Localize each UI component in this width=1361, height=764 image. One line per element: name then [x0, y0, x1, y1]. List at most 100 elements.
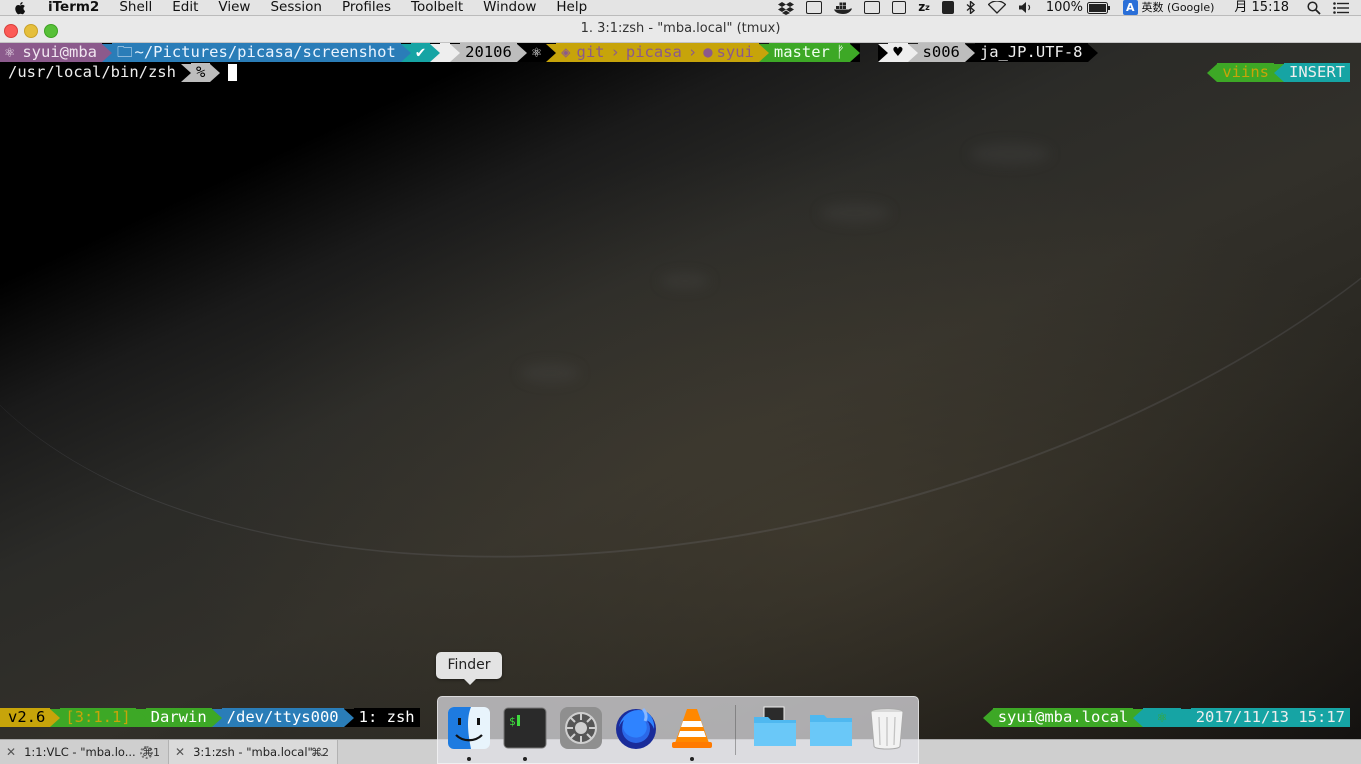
cloud-shadow: [660, 273, 710, 289]
chevron-right-icon: ›: [687, 43, 698, 61]
zoom-window-button[interactable]: [44, 24, 58, 38]
folder-icon[interactable]: [752, 705, 798, 751]
tab-label: 3:1:zsh - "mba.local"...: [193, 745, 324, 759]
prompt-vcs-label: git: [576, 43, 605, 61]
window-title-bar[interactable]: 1. 3:1:zsh - "mba.local" (tmux): [0, 16, 1361, 43]
menu-session[interactable]: Session: [270, 0, 322, 15]
dock-separator: [735, 705, 736, 755]
prompt-tty-segment: s006: [917, 43, 965, 62]
segment-separator: [516, 43, 527, 62]
wifi-icon[interactable]: [987, 1, 1006, 14]
segment-separator: [430, 43, 441, 62]
prompt-shell-path: /usr/local/bin/zsh: [8, 63, 176, 81]
tmux-version-segment: v2.6: [0, 708, 51, 727]
finder-icon[interactable]: [446, 705, 492, 751]
tmux-os: Darwin: [150, 708, 207, 726]
menu-view[interactable]: View: [218, 0, 250, 15]
firefox-icon[interactable]: [613, 705, 659, 751]
terminal-icon[interactable]: $: [502, 705, 548, 751]
heart-icon: ♥: [893, 43, 903, 61]
menu-toolbelt[interactable]: Toolbelt: [411, 0, 463, 15]
battery-icon[interactable]: [1087, 1, 1111, 14]
keyboard-viewer-icon[interactable]: [892, 1, 907, 14]
prompt-path-segment: 🗀 ~/Pictures/picasa/screenshot: [112, 43, 401, 62]
menu-help[interactable]: Help: [556, 0, 587, 15]
segment-separator: [1133, 708, 1144, 727]
window-title: 1. 3:1:zsh - "mba.local" (tmux): [580, 21, 781, 36]
prompt-top-line: ⚛ syui@mba 🗀 ~/Pictures/picasa/screensho…: [0, 43, 1098, 62]
notification-center-icon[interactable]: [1333, 1, 1349, 14]
folder-icon[interactable]: [808, 705, 854, 751]
input-source-label[interactable]: 英数 (Google): [1142, 0, 1215, 15]
tmux-user-host: syui@mba.local: [997, 708, 1129, 726]
segment-separator: [758, 43, 769, 62]
close-tab-icon[interactable]: ✕: [6, 745, 16, 759]
segment-separator: [546, 43, 557, 62]
cloud-shadow: [970, 143, 1050, 165]
prompt-branch: master: [773, 43, 830, 61]
folder-icon: 🗀: [117, 43, 133, 61]
tmux-tty: /dev/ttys000: [226, 708, 339, 726]
tmux-window-segment[interactable]: 1: zsh: [353, 708, 420, 727]
tmux-os-segment: Darwin: [145, 708, 212, 727]
minimize-window-button[interactable]: [24, 24, 38, 38]
prompt-char: %: [195, 63, 206, 81]
segment-separator: [343, 708, 354, 727]
segment-separator: [907, 43, 918, 62]
terminal-pane[interactable]: ⚛ syui@mba 🗀 ~/Pictures/picasa/screensho…: [0, 43, 1361, 739]
prompt-input-line[interactable]: /usr/local/bin/zsh %: [0, 63, 238, 82]
prompt-heart-segment: ♥: [888, 43, 908, 62]
spotlight-icon[interactable]: [1307, 0, 1321, 15]
running-indicator: [467, 757, 471, 761]
clock[interactable]: 月 15:18: [1234, 0, 1289, 15]
airplay-icon[interactable]: [864, 1, 881, 14]
vlc-icon[interactable]: [669, 705, 715, 751]
git-icon: ◈: [561, 43, 571, 61]
system-preferences-icon[interactable]: [558, 705, 604, 751]
terminal-cursor: [228, 64, 238, 81]
vi-keymap-segment: viins: [1217, 63, 1274, 82]
input-source-badge[interactable]: A: [1123, 0, 1138, 15]
segment-separator: [400, 43, 411, 62]
segment-separator: [982, 708, 993, 727]
vi-mode: INSERT: [1289, 63, 1345, 81]
prompt-rocket-segment: ⚛: [526, 43, 547, 62]
tmux-window[interactable]: 1: zsh: [359, 708, 415, 727]
trash-icon[interactable]: [864, 705, 910, 751]
tab-label: 1:1:VLC - "mba.lo...: [24, 745, 136, 759]
tab-zsh[interactable]: ✕ 3:1:zsh - "mba.local"... ⌘2: [169, 740, 338, 764]
menu-window[interactable]: Window: [483, 0, 536, 15]
cloud-shadow: [820, 203, 890, 223]
prompt-locale: ja_JP.UTF-8: [979, 43, 1083, 61]
prompt-shell-segment: /usr/local/bin/zsh: [0, 63, 181, 82]
close-window-button[interactable]: [4, 24, 18, 38]
dropbox-icon[interactable]: [778, 1, 795, 15]
segment-separator: [1087, 43, 1098, 62]
github-icon: ●: [703, 43, 713, 61]
input-source-letter: A: [1123, 0, 1138, 15]
docker-icon[interactable]: [834, 1, 853, 14]
cloud-shadow: [520, 363, 580, 383]
battery-percent[interactable]: 100%: [1046, 0, 1083, 15]
sleep-icon[interactable]: zz: [918, 0, 930, 15]
segment-separator: [850, 43, 861, 62]
menu-app-name[interactable]: iTerm2: [48, 0, 99, 15]
menu-edit[interactable]: Edit: [172, 0, 198, 15]
bluetooth-icon[interactable]: [966, 1, 976, 14]
apple-menu-icon[interactable]: [14, 1, 28, 15]
volume-icon[interactable]: [1018, 1, 1034, 14]
segment-separator: [211, 708, 222, 727]
menu-profiles[interactable]: Profiles: [342, 0, 391, 15]
close-tab-icon[interactable]: ✕: [175, 745, 185, 759]
check-icon: ✔: [415, 43, 426, 61]
tmux-tty-segment: /dev/ttys000: [221, 708, 344, 727]
prompt-locale-segment: ja_JP.UTF-8: [974, 43, 1088, 62]
branch-icon: ᚠ: [835, 43, 846, 61]
window-icon[interactable]: [806, 1, 823, 14]
menu-shell[interactable]: Shell: [119, 0, 152, 15]
tab-vlc[interactable]: ✕ 1:1:VLC - "mba.lo... ⌘1: [0, 740, 169, 764]
tab-shortcut: ⌘1: [142, 745, 160, 759]
segment-separator: [964, 43, 975, 62]
rocket-icon: ⚛: [5, 43, 15, 61]
clipboard-icon[interactable]: [941, 1, 954, 14]
